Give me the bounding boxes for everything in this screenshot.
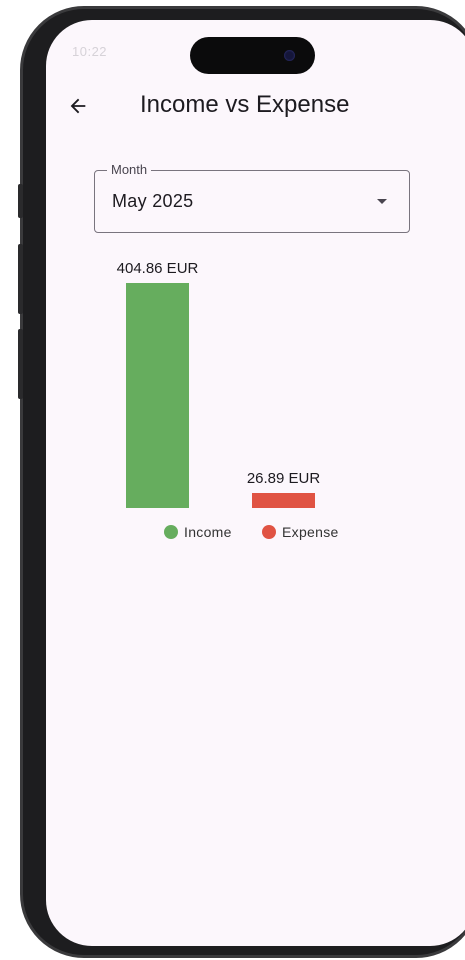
data-label-income: 404.86 EUR [116,260,199,277]
legend-item-income: Income [164,524,232,540]
legend-label-expense: Expense [282,524,339,540]
app-bar: Income vs Expense [46,80,465,136]
arrow-left-icon [70,98,86,114]
page-title: Income vs Expense [140,91,350,118]
legend-item-expense: Expense [262,524,339,540]
camera-icon [284,50,295,61]
volume-up-button [18,244,23,314]
legend-dot-expense [262,525,276,539]
legend-label-income: Income [184,524,232,540]
month-select-label: Month [107,162,152,177]
status-bar: 10:22 [46,20,465,80]
status-time: 10:22 [72,44,108,59]
back-button[interactable] [60,88,96,124]
chart-legend: Income Expense [46,524,465,546]
dynamic-island [190,37,315,74]
data-label-expense: 26.89 EUR [246,470,321,488]
bar-income [126,283,189,508]
dropdown-arrow-icon [377,199,387,204]
month-select-value: May 2025 [112,191,194,211]
legend-dot-income [164,525,178,539]
action-button [18,184,23,218]
volume-down-button [18,329,23,399]
bar-expense [252,493,315,508]
app-screen: 10:22 Income vs Expense Month May 2025 4… [46,20,465,946]
month-select[interactable]: Month May 2025 [94,162,410,233]
